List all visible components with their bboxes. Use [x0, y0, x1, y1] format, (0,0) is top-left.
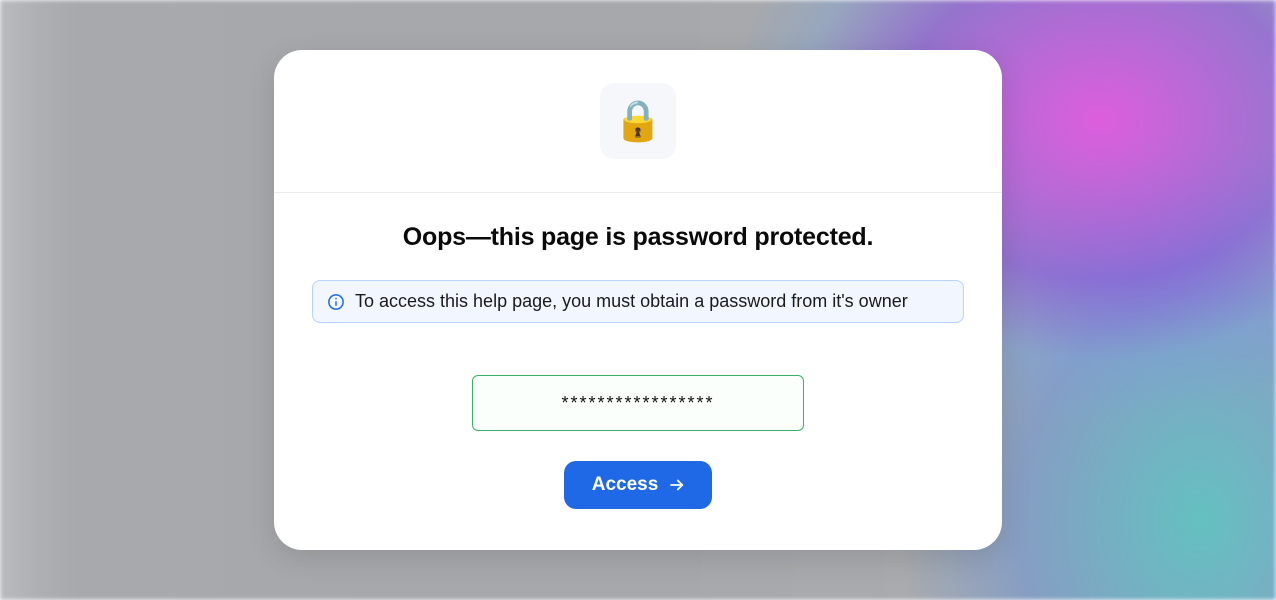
access-button[interactable]: Access: [564, 461, 713, 509]
card-header: 🔒: [274, 50, 1002, 193]
card-body: Oops—this page is password protected. To…: [274, 193, 1002, 550]
arrow-right-icon: [668, 476, 686, 494]
access-button-label: Access: [592, 474, 659, 496]
info-banner: To access this help page, you must obtai…: [312, 280, 964, 323]
title-prefix: Oops—this page is: [403, 223, 633, 251]
info-icon: [327, 293, 345, 311]
lock-tile: 🔒: [600, 83, 676, 159]
password-protected-card: 🔒 Oops—this page is password protected. …: [274, 50, 1002, 550]
title-bold: password protected.: [633, 223, 874, 251]
info-text: To access this help page, you must obtai…: [355, 291, 908, 312]
password-input[interactable]: [472, 375, 804, 431]
page-title: Oops—this page is password protected.: [403, 223, 873, 252]
lock-icon: 🔒: [613, 101, 663, 141]
